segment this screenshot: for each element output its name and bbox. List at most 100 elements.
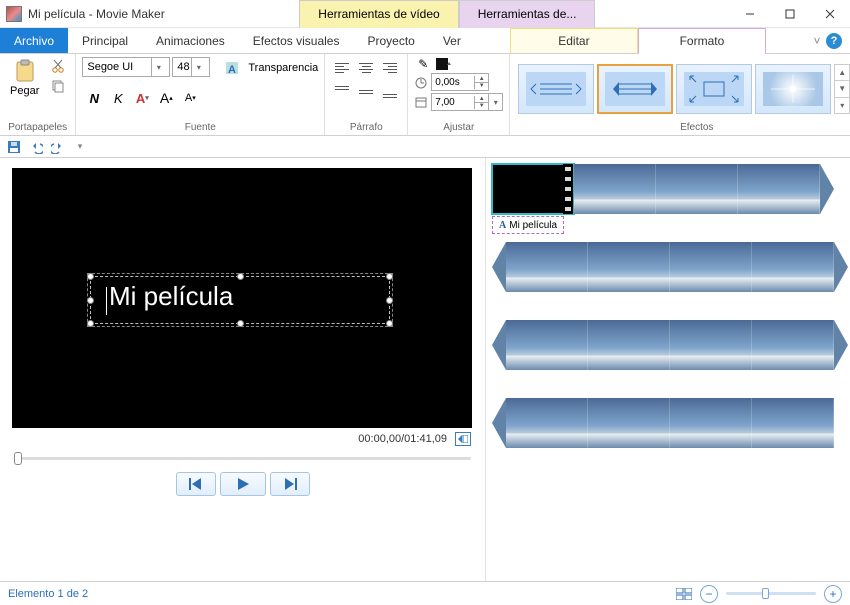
- font-name-select[interactable]: Segoe UI▾: [82, 57, 170, 77]
- effect-zoom[interactable]: [676, 64, 752, 114]
- chevron-down-icon: ▾: [191, 58, 205, 76]
- help-icon[interactable]: ?: [826, 33, 842, 49]
- gallery-expand-icon: ▾: [835, 98, 849, 113]
- group-efectos: ▲▼▾ A ▾ Efectos: [510, 54, 850, 135]
- group-label-portapapeles: Portapapeles: [6, 121, 69, 135]
- qat-customize[interactable]: ▾: [72, 139, 88, 155]
- bold-button[interactable]: N: [82, 87, 106, 109]
- clip-2[interactable]: [506, 242, 834, 292]
- resize-handle[interactable]: [237, 320, 244, 327]
- zoom-in-button[interactable]: +: [824, 585, 842, 603]
- ribbon-collapse-icon[interactable]: ˅: [808, 28, 826, 53]
- duration-input[interactable]: 7,00▲▼▾: [431, 93, 503, 111]
- quick-access-toolbar: ▾: [0, 136, 850, 158]
- bgcolor-button[interactable]: [435, 57, 451, 71]
- context-tab-text[interactable]: Herramientas de...: [459, 0, 596, 28]
- context-tab-video[interactable]: Herramientas de vídeo: [299, 0, 458, 28]
- start-time-input[interactable]: 0,00s▲▼: [431, 73, 489, 91]
- effect-flare[interactable]: [755, 64, 831, 114]
- clip-frame[interactable]: [656, 164, 738, 214]
- title-textbox[interactable]: Mi película: [90, 276, 390, 324]
- grow-font-button[interactable]: A▴: [154, 87, 178, 109]
- pegar-button[interactable]: Pegar: [6, 57, 43, 99]
- zoom-out-button[interactable]: −: [700, 585, 718, 603]
- tab-principal[interactable]: Principal: [68, 28, 142, 53]
- close-button[interactable]: [810, 0, 850, 28]
- ribbon: Pegar Portapapeles Segoe UI▾ 48▾ A Trans…: [0, 54, 850, 136]
- spinner-up[interactable]: ▲: [474, 76, 488, 83]
- spinner-up[interactable]: ▲: [474, 96, 488, 103]
- spinner-down[interactable]: ▼: [474, 103, 488, 109]
- maximize-button[interactable]: [770, 0, 810, 28]
- title-chip[interactable]: AMi película: [492, 216, 564, 234]
- chevron-down-icon[interactable]: ▾: [488, 94, 502, 110]
- chevron-down-icon: ▾: [151, 58, 165, 76]
- resize-handle[interactable]: [87, 273, 94, 280]
- scrub-bar[interactable]: [12, 450, 473, 466]
- group-ajustar: ✎ 0,00s▲▼ 7,00▲▼▾ Ajustar: [408, 54, 510, 135]
- font-color-button[interactable]: A▾: [130, 87, 154, 109]
- clip-3[interactable]: [506, 320, 834, 370]
- pegar-label: Pegar: [10, 85, 39, 97]
- zoom-thumb[interactable]: [762, 588, 769, 599]
- tab-formato[interactable]: Formato: [638, 28, 766, 53]
- align-right-button[interactable]: [379, 57, 401, 79]
- clip-frame[interactable]: [492, 164, 574, 214]
- italic-button[interactable]: K: [106, 87, 130, 109]
- valign-top-button[interactable]: [331, 81, 353, 103]
- tab-animaciones[interactable]: Animaciones: [142, 28, 239, 53]
- scrub-thumb[interactable]: [14, 452, 22, 465]
- duration-icon: [414, 95, 428, 109]
- status-bar: Elemento 1 de 2 − +: [0, 581, 850, 605]
- zoom-slider[interactable]: [726, 592, 816, 595]
- redo-button[interactable]: [50, 139, 66, 155]
- shrink-font-button[interactable]: A▾: [178, 87, 202, 109]
- tab-proyecto[interactable]: Proyecto: [353, 28, 428, 53]
- undo-button[interactable]: [28, 139, 44, 155]
- transparency-label: Transparencia: [248, 62, 318, 74]
- edit-color-icon[interactable]: ✎: [414, 57, 432, 71]
- resize-handle[interactable]: [386, 297, 393, 304]
- valign-bottom-button[interactable]: [379, 81, 401, 103]
- clock-icon: [414, 75, 428, 89]
- effect-scroll-2[interactable]: [597, 64, 673, 114]
- prev-frame-button[interactable]: [176, 472, 216, 496]
- font-size-select[interactable]: 48▾: [172, 57, 210, 77]
- transparency-button[interactable]: A: [220, 57, 244, 79]
- title-text[interactable]: Mi película: [109, 281, 233, 312]
- tab-ver[interactable]: Ver: [429, 28, 475, 53]
- timeline[interactable]: AMi película: [485, 158, 850, 581]
- resize-handle[interactable]: [237, 273, 244, 280]
- time-display: 00:00,00/01:41,09: [358, 433, 447, 445]
- cut-button[interactable]: [47, 57, 69, 75]
- video-preview[interactable]: Mi película: [12, 168, 472, 428]
- effects-scroll[interactable]: ▲▼▾: [834, 64, 850, 114]
- copy-button[interactable]: [47, 77, 69, 95]
- tab-efectos-visuales[interactable]: Efectos visuales: [239, 28, 354, 53]
- resize-handle[interactable]: [87, 297, 94, 304]
- align-center-button[interactable]: [355, 57, 377, 79]
- scroll-up-icon: ▲: [835, 65, 849, 81]
- align-left-button[interactable]: [331, 57, 353, 79]
- fullscreen-button[interactable]: [455, 432, 471, 446]
- resize-handle[interactable]: [87, 320, 94, 327]
- resize-handle[interactable]: [386, 320, 393, 327]
- title-bar: Mi película - Movie Maker Herramientas d…: [0, 0, 850, 28]
- minimize-button[interactable]: [730, 0, 770, 28]
- save-button[interactable]: [6, 139, 22, 155]
- tab-file[interactable]: Archivo: [0, 28, 68, 53]
- clip-frame[interactable]: [574, 164, 656, 214]
- thumbnail-view-icon[interactable]: [676, 588, 692, 600]
- group-parrafo: Párrafo: [325, 54, 408, 135]
- spinner-down[interactable]: ▼: [474, 83, 488, 89]
- clip-frame[interactable]: [738, 164, 820, 214]
- clip-1[interactable]: AMi película: [492, 164, 820, 214]
- clip-4[interactable]: [506, 398, 834, 448]
- play-button[interactable]: [220, 472, 266, 496]
- group-fuente: Segoe UI▾ 48▾ A Transparencia N K A▾ A▴ …: [76, 54, 325, 135]
- next-frame-button[interactable]: [270, 472, 310, 496]
- resize-handle[interactable]: [386, 273, 393, 280]
- valign-middle-button[interactable]: [355, 81, 377, 103]
- tab-editar[interactable]: Editar: [510, 28, 638, 53]
- effect-scroll-1[interactable]: [518, 64, 594, 114]
